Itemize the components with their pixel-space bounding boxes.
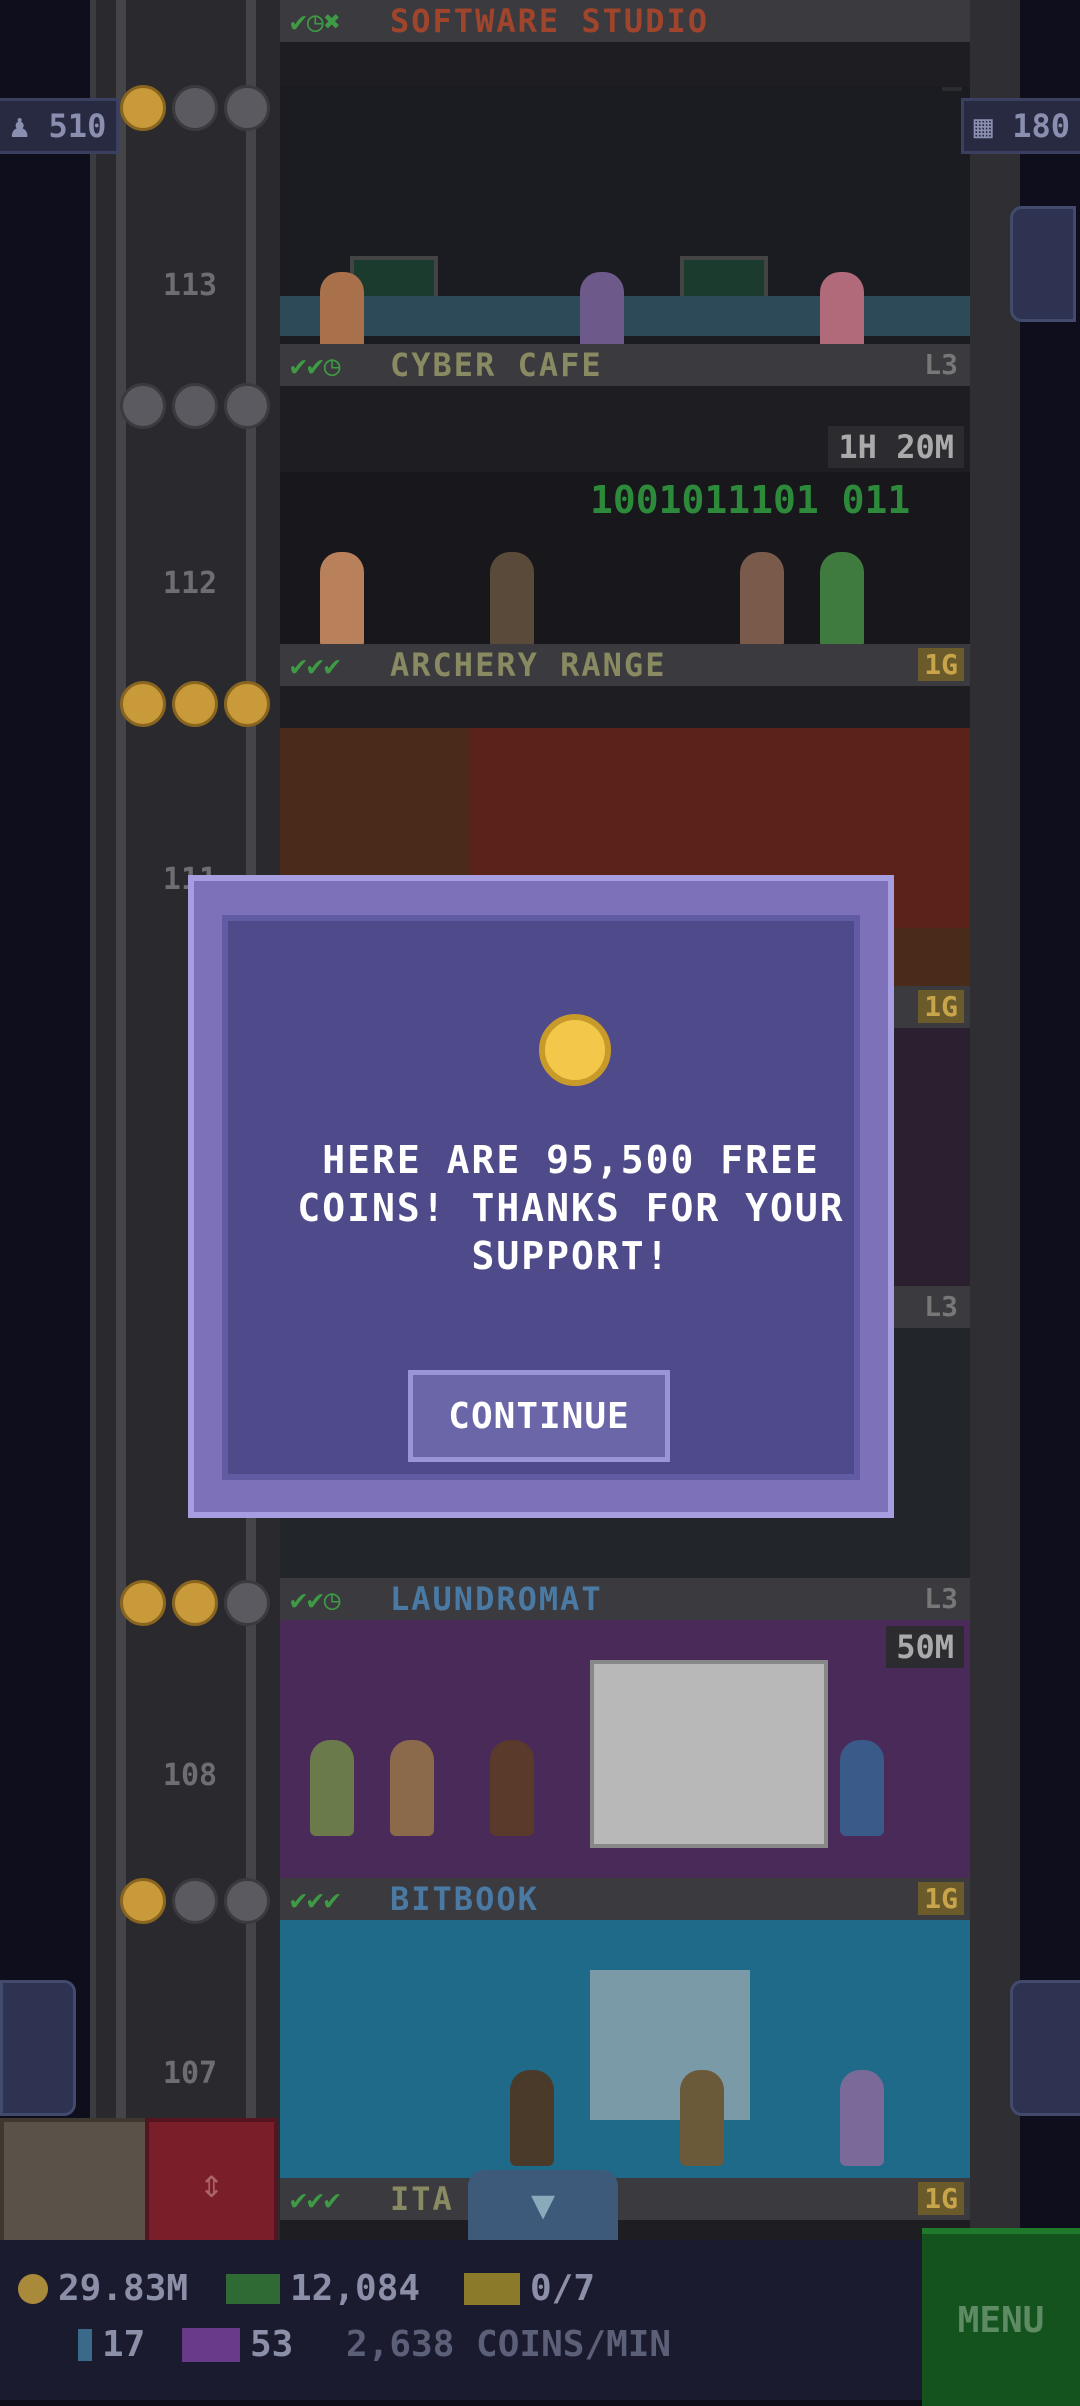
continue-button[interactable]: CONTINUE [408, 1370, 670, 1462]
game-scene: 113 112 111 108 107 ✔◷✖ SOFTWARE STUDIO [0, 0, 1080, 2406]
dialog-message: HERE ARE 95,500 FREE COINS! THANKS FOR Y… [297, 1138, 845, 1278]
coin-icon [539, 1014, 611, 1086]
